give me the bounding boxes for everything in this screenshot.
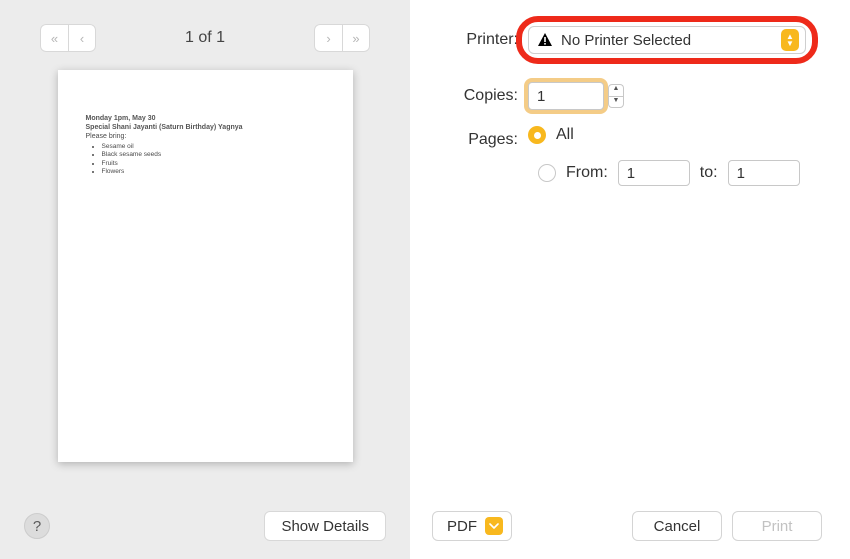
list-item: Black sesame seeds: [102, 151, 325, 159]
pages-row: Pages: All: [432, 126, 822, 154]
printer-label: Printer:: [432, 31, 528, 49]
pages-from-label: From:: [566, 164, 608, 182]
preview-panel: « ‹ 1 of 1 › » Monday 1pm, May 30 Specia…: [0, 0, 410, 559]
pages-label: Pages:: [432, 131, 528, 149]
help-button[interactable]: ?: [24, 513, 50, 539]
pages-range-radio[interactable]: [538, 164, 556, 182]
next-page-seg: › »: [314, 24, 370, 52]
pages-from-input[interactable]: [618, 160, 690, 186]
chevron-left-icon: ‹: [80, 31, 84, 46]
copies-stepper: ▲ ▼: [608, 84, 624, 108]
pdf-label: PDF: [447, 518, 477, 535]
pdf-menu-button[interactable]: PDF: [432, 511, 512, 541]
pages-all-label: All: [556, 126, 574, 144]
prev-page-button[interactable]: ‹: [68, 24, 96, 52]
prev-page-seg: « ‹: [40, 24, 96, 52]
settings-panel: Printer: No Printer Selected ▲▼ Copies: …: [410, 0, 850, 559]
copies-input[interactable]: [528, 82, 604, 110]
settings-footer: PDF Cancel Print: [432, 511, 822, 541]
spacer: [432, 196, 822, 511]
last-page-button[interactable]: »: [342, 24, 370, 52]
warning-icon: [537, 32, 553, 48]
first-page-button[interactable]: «: [40, 24, 68, 52]
copies-row: Copies: ▲ ▼: [432, 82, 822, 110]
chevron-double-left-icon: «: [51, 31, 58, 46]
pages-to-label: to:: [700, 164, 718, 182]
printer-value: No Printer Selected: [561, 32, 773, 49]
pages-all-option: All: [528, 126, 574, 144]
doc-line-2: Special Shani Jayanti (Saturn Birthday) …: [86, 124, 325, 133]
copies-step-up[interactable]: ▲: [608, 84, 624, 96]
help-icon: ?: [33, 518, 41, 535]
updown-icon: ▲▼: [781, 29, 799, 51]
preview-nav: « ‹ 1 of 1 › »: [0, 0, 410, 62]
page-indicator: 1 of 1: [185, 29, 225, 47]
chevron-right-icon: ›: [326, 31, 330, 46]
preview-footer: ? Show Details: [0, 499, 410, 559]
doc-line-1: Monday 1pm, May 30: [86, 115, 325, 124]
printer-highlight: No Printer Selected ▲▼: [528, 26, 806, 54]
doc-bring-label: Please bring:: [86, 133, 325, 142]
page-preview-area: Monday 1pm, May 30 Special Shani Jayanti…: [0, 62, 410, 499]
list-item: Flowers: [102, 168, 325, 176]
pages-to-input[interactable]: [728, 160, 800, 186]
list-item: Sesame oil: [102, 143, 325, 151]
page-preview: Monday 1pm, May 30 Special Shani Jayanti…: [58, 70, 353, 462]
printer-select[interactable]: No Printer Selected ▲▼: [528, 26, 806, 54]
cancel-button[interactable]: Cancel: [632, 511, 722, 541]
next-page-button[interactable]: ›: [314, 24, 342, 52]
copies-label: Copies:: [432, 87, 528, 105]
chevron-down-icon: [485, 517, 503, 535]
printer-row: Printer: No Printer Selected ▲▼: [432, 26, 822, 54]
copies-step-down[interactable]: ▼: [608, 96, 624, 108]
chevron-double-right-icon: »: [352, 31, 359, 46]
list-item: Fruits: [102, 160, 325, 168]
doc-bring-list: Sesame oil Black sesame seeds Fruits Flo…: [102, 143, 325, 176]
pages-all-radio[interactable]: [528, 126, 546, 144]
pages-range-option: From: to:: [538, 160, 822, 186]
print-button[interactable]: Print: [732, 511, 822, 541]
show-details-button[interactable]: Show Details: [264, 511, 386, 541]
